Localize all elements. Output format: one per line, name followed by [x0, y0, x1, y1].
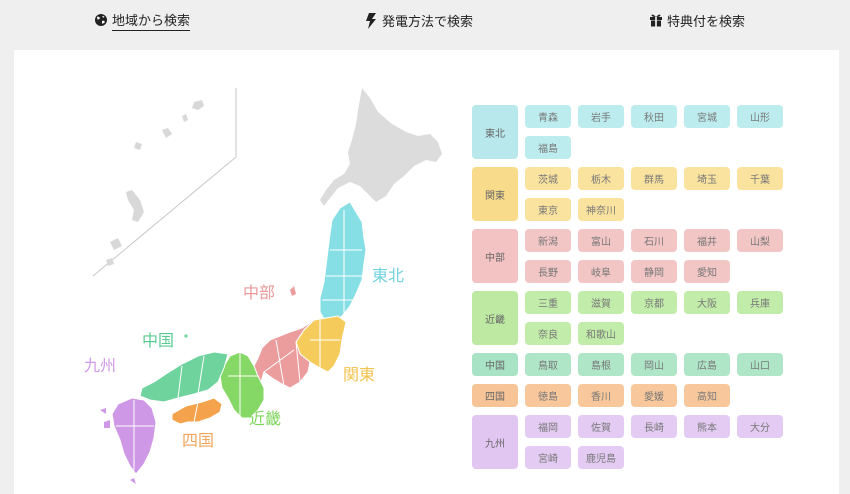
- prefecture-button[interactable]: 福岡: [525, 415, 571, 438]
- tab-search-by-power-method-label: 発電方法で検索: [382, 14, 474, 30]
- prefecture-button[interactable]: 鹿児島: [578, 446, 624, 469]
- chugoku-region-shape[interactable]: [139, 351, 229, 403]
- prefecture-button[interactable]: 東京: [525, 198, 571, 221]
- map-label-kinki[interactable]: 近畿: [249, 409, 281, 428]
- prefecture-button[interactable]: 岐阜: [578, 260, 624, 283]
- prefecture-button[interactable]: 兵庫: [737, 291, 783, 314]
- hokkaido-shape[interactable]: [320, 88, 442, 206]
- region-button-tohoku[interactable]: 東北: [472, 105, 518, 159]
- prefecture-button[interactable]: 奈良: [525, 322, 571, 345]
- prefecture-button[interactable]: 埼玉: [684, 167, 730, 190]
- prefecture-button[interactable]: 福井: [684, 229, 730, 252]
- prefecture-button[interactable]: 熊本: [684, 415, 730, 438]
- okinawa-inset-divider: [92, 156, 237, 277]
- japan-map: 東北 中部 関東 中国 近畿 四国 九州: [84, 88, 442, 484]
- prefecture-button[interactable]: 千葉: [737, 167, 783, 190]
- region-button-kanto[interactable]: 関東: [472, 167, 518, 221]
- prefecture-button[interactable]: 京都: [631, 291, 677, 314]
- prefecture-button[interactable]: 滋賀: [578, 291, 624, 314]
- prefecture-button[interactable]: 長崎: [631, 415, 677, 438]
- tab-search-by-power-method[interactable]: 発電方法で検索: [364, 10, 473, 30]
- search-mode-nav: 地域から検索 発電方法で検索 特典付を検索: [0, 0, 850, 44]
- tohoku-region-shape[interactable]: [319, 201, 367, 323]
- region-search-panel: 東北 中部 関東 中国 近畿 四国 九州 東北 青森 岩手 秋田 宮城 山形 福島 関東 茨城栃…: [14, 50, 839, 494]
- region-button-chugoku[interactable]: 中国: [472, 353, 518, 376]
- shikoku-region-shape[interactable]: [171, 397, 223, 425]
- prefecture-button[interactable]: 三重: [525, 291, 571, 314]
- okinawa-islands[interactable]: [106, 100, 204, 266]
- prefecture-button[interactable]: 鳥取: [525, 353, 571, 376]
- prefecture-button[interactable]: 島根: [578, 353, 624, 376]
- prefecture-button[interactable]: 群馬: [631, 167, 677, 190]
- chugoku-island: [184, 334, 188, 338]
- prefecture-button[interactable]: 秋田: [631, 105, 677, 128]
- prefecture-button[interactable]: 香川: [578, 384, 624, 407]
- prefecture-button[interactable]: 佐賀: [578, 415, 624, 438]
- prefecture-button[interactable]: 福島: [525, 136, 571, 159]
- prefecture-button[interactable]: 長野: [525, 260, 571, 283]
- prefecture-button[interactable]: 石川: [631, 229, 677, 252]
- chubu-island: [290, 286, 296, 296]
- prefecture-button[interactable]: 山梨: [737, 229, 783, 252]
- map-label-kanto[interactable]: 関東: [343, 365, 375, 384]
- prefecture-button[interactable]: 高知: [684, 384, 730, 407]
- map-label-tohoku[interactable]: 東北: [372, 266, 404, 285]
- globe-icon: [94, 13, 108, 27]
- prefecture-button[interactable]: 大分: [737, 415, 783, 438]
- region-button-chubu[interactable]: 中部: [472, 229, 518, 283]
- region-button-kinki[interactable]: 近畿: [472, 291, 518, 345]
- prefecture-button[interactable]: 宮崎: [525, 446, 571, 469]
- lightning-icon: [364, 13, 378, 29]
- map-label-shikoku[interactable]: 四国: [182, 431, 214, 450]
- tab-search-with-benefits[interactable]: 特典付を検索: [649, 10, 745, 30]
- prefecture-button[interactable]: 和歌山: [578, 322, 624, 345]
- map-label-chugoku[interactable]: 中国: [142, 331, 174, 350]
- prefecture-button[interactable]: 静岡: [631, 260, 677, 283]
- prefecture-button[interactable]: 神奈川: [578, 198, 624, 221]
- prefecture-button[interactable]: 栃木: [578, 167, 624, 190]
- prefecture-button[interactable]: 富山: [578, 229, 624, 252]
- region-button-kyushu[interactable]: 九州: [472, 415, 518, 469]
- tab-search-by-region-label: 地域から検索: [112, 10, 191, 31]
- prefecture-button[interactable]: 岡山: [631, 353, 677, 376]
- map-label-chubu[interactable]: 中部: [243, 283, 275, 302]
- gift-icon: [649, 13, 663, 27]
- prefecture-button[interactable]: 愛知: [684, 260, 730, 283]
- prefecture-button[interactable]: 徳島: [525, 384, 571, 407]
- map-label-kyushu[interactable]: 九州: [84, 356, 116, 375]
- prefecture-button[interactable]: 広島: [684, 353, 730, 376]
- tab-search-by-region[interactable]: 地域から検索: [94, 10, 191, 31]
- prefecture-button[interactable]: 宮城: [684, 105, 730, 128]
- region-button-shikoku[interactable]: 四国: [472, 384, 518, 407]
- prefecture-button[interactable]: 茨城: [525, 167, 571, 190]
- prefecture-button[interactable]: 岩手: [578, 105, 624, 128]
- prefecture-button[interactable]: 青森: [525, 105, 571, 128]
- prefecture-button[interactable]: 大阪: [684, 291, 730, 314]
- prefecture-button[interactable]: 山口: [737, 353, 783, 376]
- prefecture-button[interactable]: 山形: [737, 105, 783, 128]
- prefecture-button[interactable]: 新潟: [525, 229, 571, 252]
- prefecture-button[interactable]: 愛媛: [631, 384, 677, 407]
- tab-search-with-benefits-label: 特典付を検索: [667, 14, 746, 30]
